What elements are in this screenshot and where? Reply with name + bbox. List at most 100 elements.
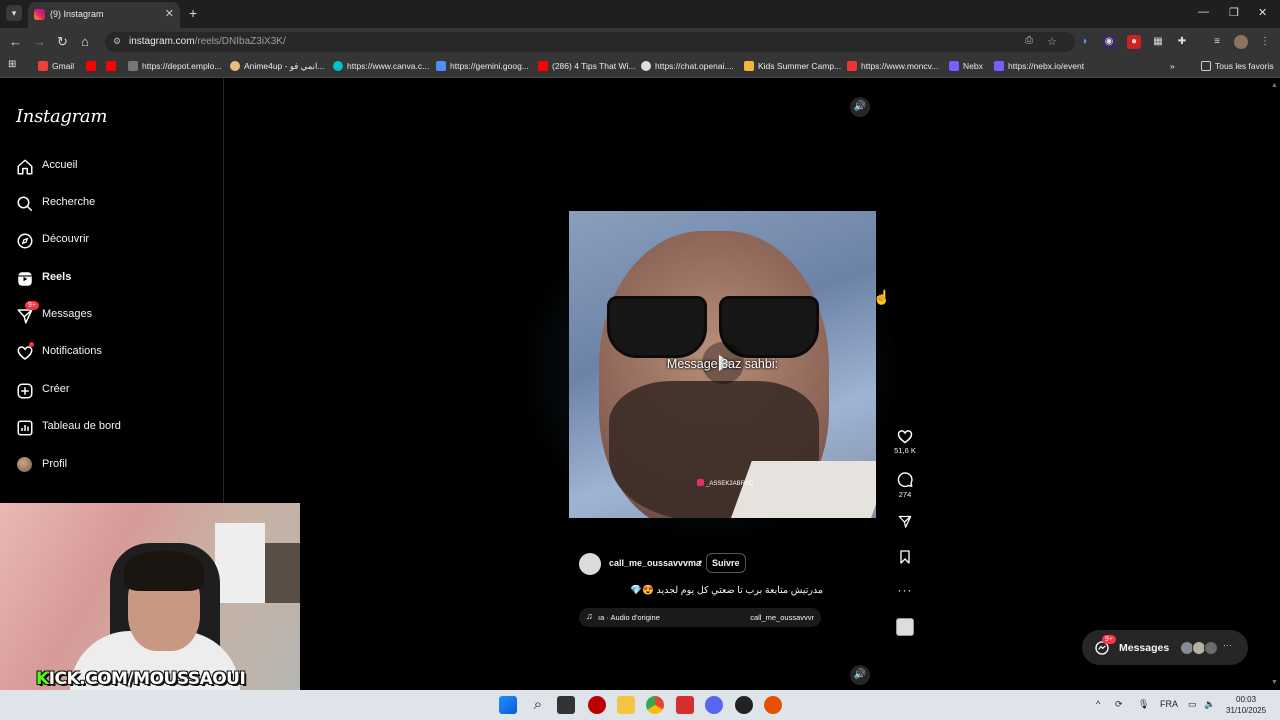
bookmark-item[interactable]: (286) 4 Tips That Wi... <box>538 61 635 71</box>
install-app-icon[interactable]: ⎙ <box>1025 35 1035 46</box>
bookmark-item[interactable]: https://www.moncv... <box>847 61 938 71</box>
bookmark-item[interactable]: https://www.canva.c... <box>333 61 429 71</box>
clock-date: 31/10/2025 <box>1226 706 1267 715</box>
nav-item-reels[interactable]: Reels <box>16 268 206 290</box>
nav-item-tableau-de-bord[interactable]: Tableau de bord <box>16 417 206 439</box>
nav-item-recherche[interactable]: Recherche <box>16 193 206 215</box>
separator: • <box>699 557 703 567</box>
instagram-logo[interactable]: Instagram <box>16 106 107 127</box>
share-button[interactable] <box>892 514 918 529</box>
extension-4-icon[interactable]: ▦ <box>1151 35 1165 49</box>
follow-button[interactable]: Suivre <box>706 553 746 573</box>
tray-chevron-icon[interactable]: ^ <box>1096 699 1100 709</box>
discord-icon[interactable] <box>705 696 723 714</box>
nav-item-profil[interactable]: Profil <box>16 455 206 477</box>
plus-square-icon <box>17 383 33 399</box>
task-view-icon[interactable] <box>557 696 575 714</box>
save-button[interactable] <box>892 549 918 565</box>
reel-video[interactable]: Message 3az sahbi: _ASSEK2ABRAD <box>569 211 876 518</box>
extension-3-icon[interactable]: ● <box>1127 35 1141 49</box>
audio-thumbnail[interactable] <box>896 618 914 636</box>
address-url: instagram.com/reels/DNIbaZ3iX3K/ <box>129 36 286 47</box>
more-options-icon[interactable]: ··· <box>892 583 918 597</box>
home-browser-icon[interactable]: ⌂ <box>81 34 89 49</box>
bookmark-star-icon[interactable]: ☆ <box>1047 35 1057 48</box>
bookmark-item[interactable]: https://gemini.goog... <box>436 61 529 71</box>
app-icon[interactable] <box>676 696 694 714</box>
all-bookmarks-folder[interactable]: Tous les favoris <box>1201 61 1274 71</box>
browser-tab[interactable]: (9) Instagram ✕ <box>28 2 180 28</box>
obs-icon[interactable] <box>735 696 753 714</box>
bookmark-item[interactable]: Anime4up - انمي فو... <box>230 61 324 72</box>
bookmark-icon <box>900 550 910 564</box>
scroll-down-arrow-icon[interactable]: ▼ <box>1271 679 1278 686</box>
back-icon[interactable]: ← <box>9 34 22 49</box>
nav-label: Reels <box>42 271 72 283</box>
browser-menu-icon[interactable]: ⋮ <box>1258 35 1272 49</box>
video-sunglasses <box>607 296 707 358</box>
clock-time: 00:03 <box>1236 695 1257 704</box>
bookmark-item[interactable]: Nebx <box>949 61 983 71</box>
restore-icon[interactable]: ❐ <box>1229 6 1239 19</box>
file-explorer-icon[interactable] <box>617 696 635 714</box>
scroll-up-arrow-icon[interactable]: ▲ <box>1271 82 1278 89</box>
site-info-icon[interactable]: ⚙ <box>113 36 123 46</box>
volume-icon[interactable]: 🔊 <box>850 97 870 117</box>
nav-label: Messages <box>42 308 93 320</box>
bookmark-item[interactable]: https://nebx.io/event <box>994 61 1084 71</box>
nav-item-notifications[interactable]: Notifications <box>16 342 206 364</box>
post-username[interactable]: call_me_oussavvvma <box>609 558 701 568</box>
nav-label: Profil <box>42 458 68 470</box>
media-control-icon[interactable]: ≡ <box>1210 35 1224 49</box>
page-scrollbar[interactable] <box>1269 78 1280 690</box>
volume-icon[interactable]: 🔊 <box>850 665 870 685</box>
address-bar[interactable]: ⚙ instagram.com/reels/DNIbaZ3iX3K/ ⎙ ☆ <box>105 32 1075 52</box>
youtube-bookmark-icon[interactable] <box>86 61 100 71</box>
windows-taskbar: ⌕ ^ ⟳ 🎙 FRA ▭ 🔈 00:03 31/10/2025 <box>0 690 1280 720</box>
language-indicator[interactable]: FRA <box>1160 699 1178 709</box>
microphone-icon[interactable]: 🎙 <box>1138 699 1149 710</box>
webcam-background-shelf <box>215 523 265 603</box>
chrome-icon[interactable] <box>646 696 664 714</box>
extensions-puzzle-icon[interactable]: ✚ <box>1175 35 1189 49</box>
reels-icon <box>18 272 32 286</box>
messages-floating-button[interactable]: 9+ Messages ··· <box>1082 630 1248 665</box>
speaker-icon[interactable]: 🔈 <box>1204 699 1215 710</box>
extension-1-icon[interactable]: ◗ <box>1078 35 1092 49</box>
nav-item-decouvrir[interactable]: Découvrir <box>16 230 206 252</box>
tab-search-dropdown[interactable]: ▾ <box>6 5 22 21</box>
profile-avatar-icon[interactable] <box>1234 35 1248 49</box>
comment-button[interactable]: 274 <box>892 471 918 499</box>
minimize-icon[interactable]: — <box>1198 6 1209 18</box>
bookmark-item[interactable]: Kids Summer Camp... <box>744 61 841 71</box>
post-description: مدرتيش متابعة برب تا ضعتي كل يوم لجديد 😍… <box>630 585 823 596</box>
tray-sync-icon[interactable]: ⟳ <box>1115 699 1123 710</box>
audio-link[interactable]: ♫ ıa · Audio d'origine call_me_oussavvvr <box>579 608 821 627</box>
close-tab-icon[interactable]: ✕ <box>165 7 174 20</box>
close-window-icon[interactable]: ✕ <box>1258 6 1267 19</box>
reload-icon[interactable]: ↻ <box>57 34 68 50</box>
app-icon[interactable] <box>764 696 782 714</box>
post-author-avatar[interactable] <box>579 553 601 575</box>
apps-grid-icon[interactable]: ⊞ <box>8 59 16 70</box>
forward-icon[interactable]: → <box>33 34 46 49</box>
extension-2-icon[interactable]: ◉ <box>1102 35 1116 49</box>
bookmark-item[interactable]: https://chat.openai.... <box>641 61 734 71</box>
nav-item-messages[interactable]: 9+ Messages <box>16 301 206 327</box>
system-clock[interactable]: 00:03 31/10/2025 <box>1226 694 1266 716</box>
avatar-icon <box>17 457 32 472</box>
bookmark-item[interactable]: Gmail <box>38 61 74 71</box>
home-icon <box>17 159 33 175</box>
windows-start-icon[interactable] <box>499 696 517 714</box>
youtube-bookmark-icon[interactable] <box>106 61 120 71</box>
nav-item-accueil[interactable]: Accueil <box>16 156 206 178</box>
more-bookmarks-icon[interactable]: » <box>1170 61 1175 71</box>
nav-item-creer[interactable]: Créer <box>16 380 206 402</box>
network-icon[interactable]: ▭ <box>1188 699 1197 710</box>
app-icon[interactable] <box>588 696 606 714</box>
search-icon[interactable]: ⌕ <box>529 696 547 714</box>
new-tab-icon[interactable]: + <box>189 5 197 21</box>
like-button[interactable]: 51,6 K <box>892 428 918 455</box>
bookmark-item[interactable]: https://depot.emplo... <box>128 61 221 71</box>
messages-label: Messages <box>1119 642 1170 654</box>
